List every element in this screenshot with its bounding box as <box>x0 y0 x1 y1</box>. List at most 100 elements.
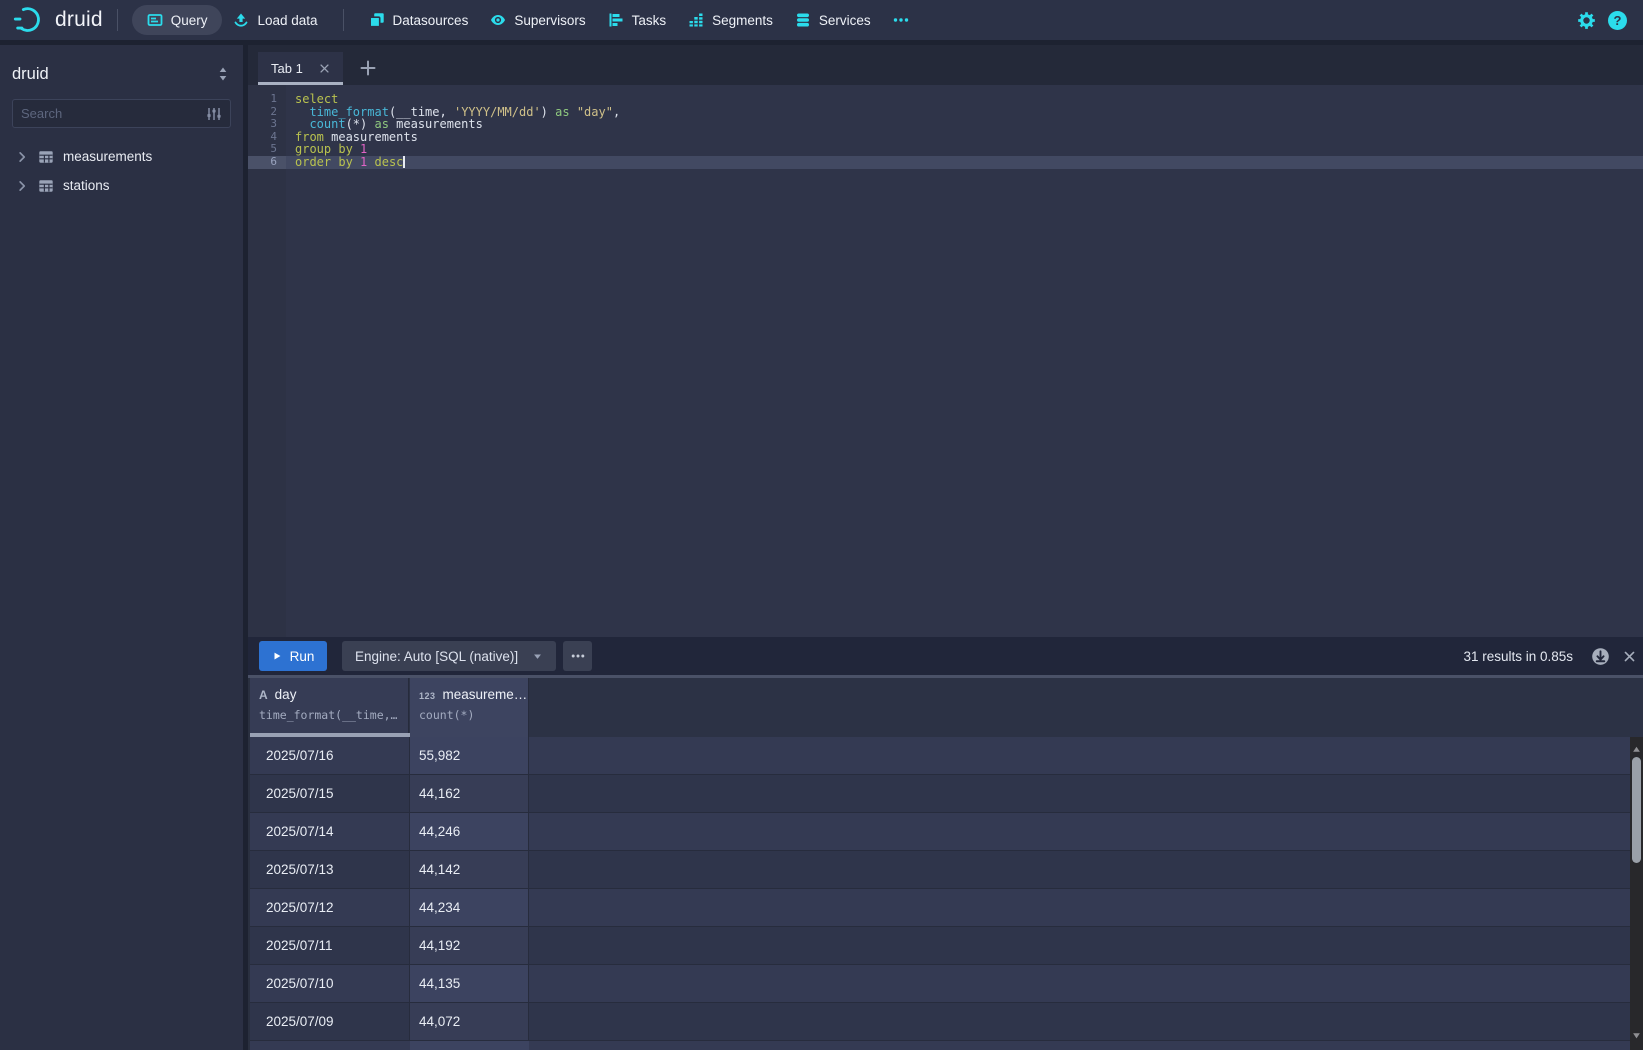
brand-wordmark: druid <box>55 8 103 32</box>
help-icon[interactable]: ? <box>1608 11 1627 30</box>
line-number: 6 <box>248 156 286 169</box>
tab-bar: Tab 1 <box>248 45 1643 85</box>
schema-title: druid <box>12 65 49 84</box>
datasources-icon <box>369 12 385 28</box>
results-summary: 31 results in 0.85s <box>1463 649 1573 664</box>
settings-gear-icon[interactable] <box>1577 11 1596 30</box>
table-row: 2025/07/0944,072 <box>250 1003 1643 1041</box>
line-number: 3 <box>248 118 286 131</box>
run-button[interactable]: Run <box>259 641 327 671</box>
code-line[interactable]: count(*) as measurements <box>248 118 1643 131</box>
number-type-icon: 123 <box>419 691 436 701</box>
tree-item-label: measurements <box>63 149 152 164</box>
line-number: 4 <box>248 131 286 144</box>
cell-day[interactable]: 2025/07/11 <box>250 927 410 964</box>
query-more-button[interactable] <box>563 641 592 671</box>
cell-day[interactable]: 2025/07/14 <box>250 813 410 850</box>
tab-label: Tab 1 <box>271 61 303 76</box>
nav-item-load-data[interactable]: Load data <box>222 5 328 35</box>
line-number-gutter: 123456 <box>248 85 286 637</box>
search-input[interactable] <box>21 106 206 121</box>
download-results-icon[interactable] <box>1591 647 1610 666</box>
nav-item-label: Segments <box>712 13 773 28</box>
nav-item-tasks[interactable]: Tasks <box>597 5 678 35</box>
string-type-icon: A <box>259 688 268 702</box>
scrollbar-thumb[interactable] <box>1632 757 1641 863</box>
cell-measurements[interactable]: 55,982 <box>410 737 529 774</box>
sql-editor[interactable]: select time_format(__time, 'YYYY/MM/dd')… <box>248 85 1643 637</box>
column-header-measurements[interactable]: 123 measureme… count(*) <box>410 678 529 737</box>
cell-day[interactable]: 2025/07/16 <box>250 737 410 774</box>
cell-measurements[interactable]: 44,234 <box>410 889 529 926</box>
caret-down-icon <box>532 651 543 662</box>
nav-item-more[interactable] <box>882 5 920 35</box>
query-pane: Tab 1 select time_format(__time, 'YYYY/M… <box>248 45 1643 1050</box>
nav-item-label: Load data <box>257 13 317 28</box>
cell-measurements[interactable]: 44,142 <box>410 851 529 888</box>
column-header-day[interactable]: A day time_format(__time,… <box>250 678 409 737</box>
cell-day[interactable]: 2025/07/10 <box>250 965 410 1002</box>
filter-sliders-icon[interactable] <box>206 106 222 122</box>
cell-day[interactable]: 2025/07/09 <box>250 1003 410 1040</box>
tree-item-measurements[interactable]: measurements <box>12 142 231 171</box>
tree-item-label: stations <box>63 178 110 193</box>
tab-close-icon[interactable] <box>319 63 330 74</box>
code-line[interactable]: order by 1 desc <box>248 156 1643 169</box>
table-row: 2025/07/1244,234 <box>250 889 1643 927</box>
scroll-up-icon[interactable] <box>1632 741 1641 750</box>
new-tab-button[interactable] <box>360 60 376 76</box>
cell-measurements[interactable]: 44,246 <box>410 813 529 850</box>
table-icon <box>38 178 54 194</box>
code-lines: select time_format(__time, 'YYYY/MM/dd')… <box>248 85 1643 637</box>
code-line[interactable]: from measurements <box>248 131 1643 144</box>
line-number: 5 <box>248 143 286 156</box>
cell-measurements[interactable]: 44,135 <box>410 965 529 1002</box>
clear-results-icon[interactable] <box>1623 650 1636 663</box>
cell-measurements[interactable]: 44,072 <box>410 1003 529 1040</box>
query-icon <box>147 12 163 28</box>
results-rows: 2025/07/1655,9822025/07/1544,1622025/07/… <box>250 737 1643 1041</box>
nav-item-services[interactable]: Services <box>784 5 882 35</box>
line-number: 1 <box>248 93 286 106</box>
scroll-down-icon[interactable] <box>1632 1027 1641 1036</box>
nav-item-segments[interactable]: Segments <box>677 5 784 35</box>
table-row: 2025/07/1344,142 <box>250 851 1643 889</box>
table-row: 2025/07/1144,192 <box>250 927 1643 965</box>
cell-day[interactable]: 2025/07/15 <box>250 775 410 812</box>
text-cursor <box>403 156 405 168</box>
load-data-icon <box>233 12 249 28</box>
run-bar: Run Engine: Auto [SQL (native)] 31 resul… <box>248 637 1643 675</box>
table-icon <box>38 149 54 165</box>
tree-item-stations[interactable]: stations <box>12 171 231 200</box>
supervisors-icon <box>490 12 506 28</box>
engine-select[interactable]: Engine: Auto [SQL (native)] <box>342 641 556 671</box>
cell-measurements[interactable]: 44,192 <box>410 927 529 964</box>
datasource-tree: measurements stations <box>12 142 231 200</box>
chevron-right-icon[interactable] <box>16 151 28 163</box>
cell-day[interactable]: 2025/07/12 <box>250 889 410 926</box>
nav-item-label: Tasks <box>632 13 667 28</box>
segments-icon <box>688 12 704 28</box>
tab-tab1[interactable]: Tab 1 <box>258 52 343 85</box>
table-row: 2025/07/1655,982 <box>250 737 1643 775</box>
table-row: 2025/07/1544,162 <box>250 775 1643 813</box>
nav-item-supervisors[interactable]: Supervisors <box>479 5 596 35</box>
partial-row <box>250 1041 1643 1050</box>
tasks-icon <box>608 12 624 28</box>
nav-item-label: Query <box>171 13 208 28</box>
table-row: 2025/07/1044,135 <box>250 965 1643 1003</box>
services-icon <box>795 12 811 28</box>
cell-measurements[interactable]: 44,162 <box>410 775 529 812</box>
chevron-right-icon[interactable] <box>16 180 28 192</box>
code-line[interactable]: group by 1 <box>248 143 1643 156</box>
double-caret-sort-icon[interactable] <box>215 66 231 82</box>
nav-item-label: Datasources <box>393 13 469 28</box>
cell-day[interactable]: 2025/07/13 <box>250 851 410 888</box>
nav-item-query[interactable]: Query <box>132 5 223 35</box>
nav-item-datasources[interactable]: Datasources <box>358 5 480 35</box>
line-number: 2 <box>248 106 286 119</box>
druid-console: druid Query Load data Datasources Superviso… <box>0 0 1643 1050</box>
nav-right: ? <box>1577 11 1627 30</box>
nav-item-label: Services <box>819 13 871 28</box>
table-scrollbar[interactable] <box>1630 737 1643 1050</box>
